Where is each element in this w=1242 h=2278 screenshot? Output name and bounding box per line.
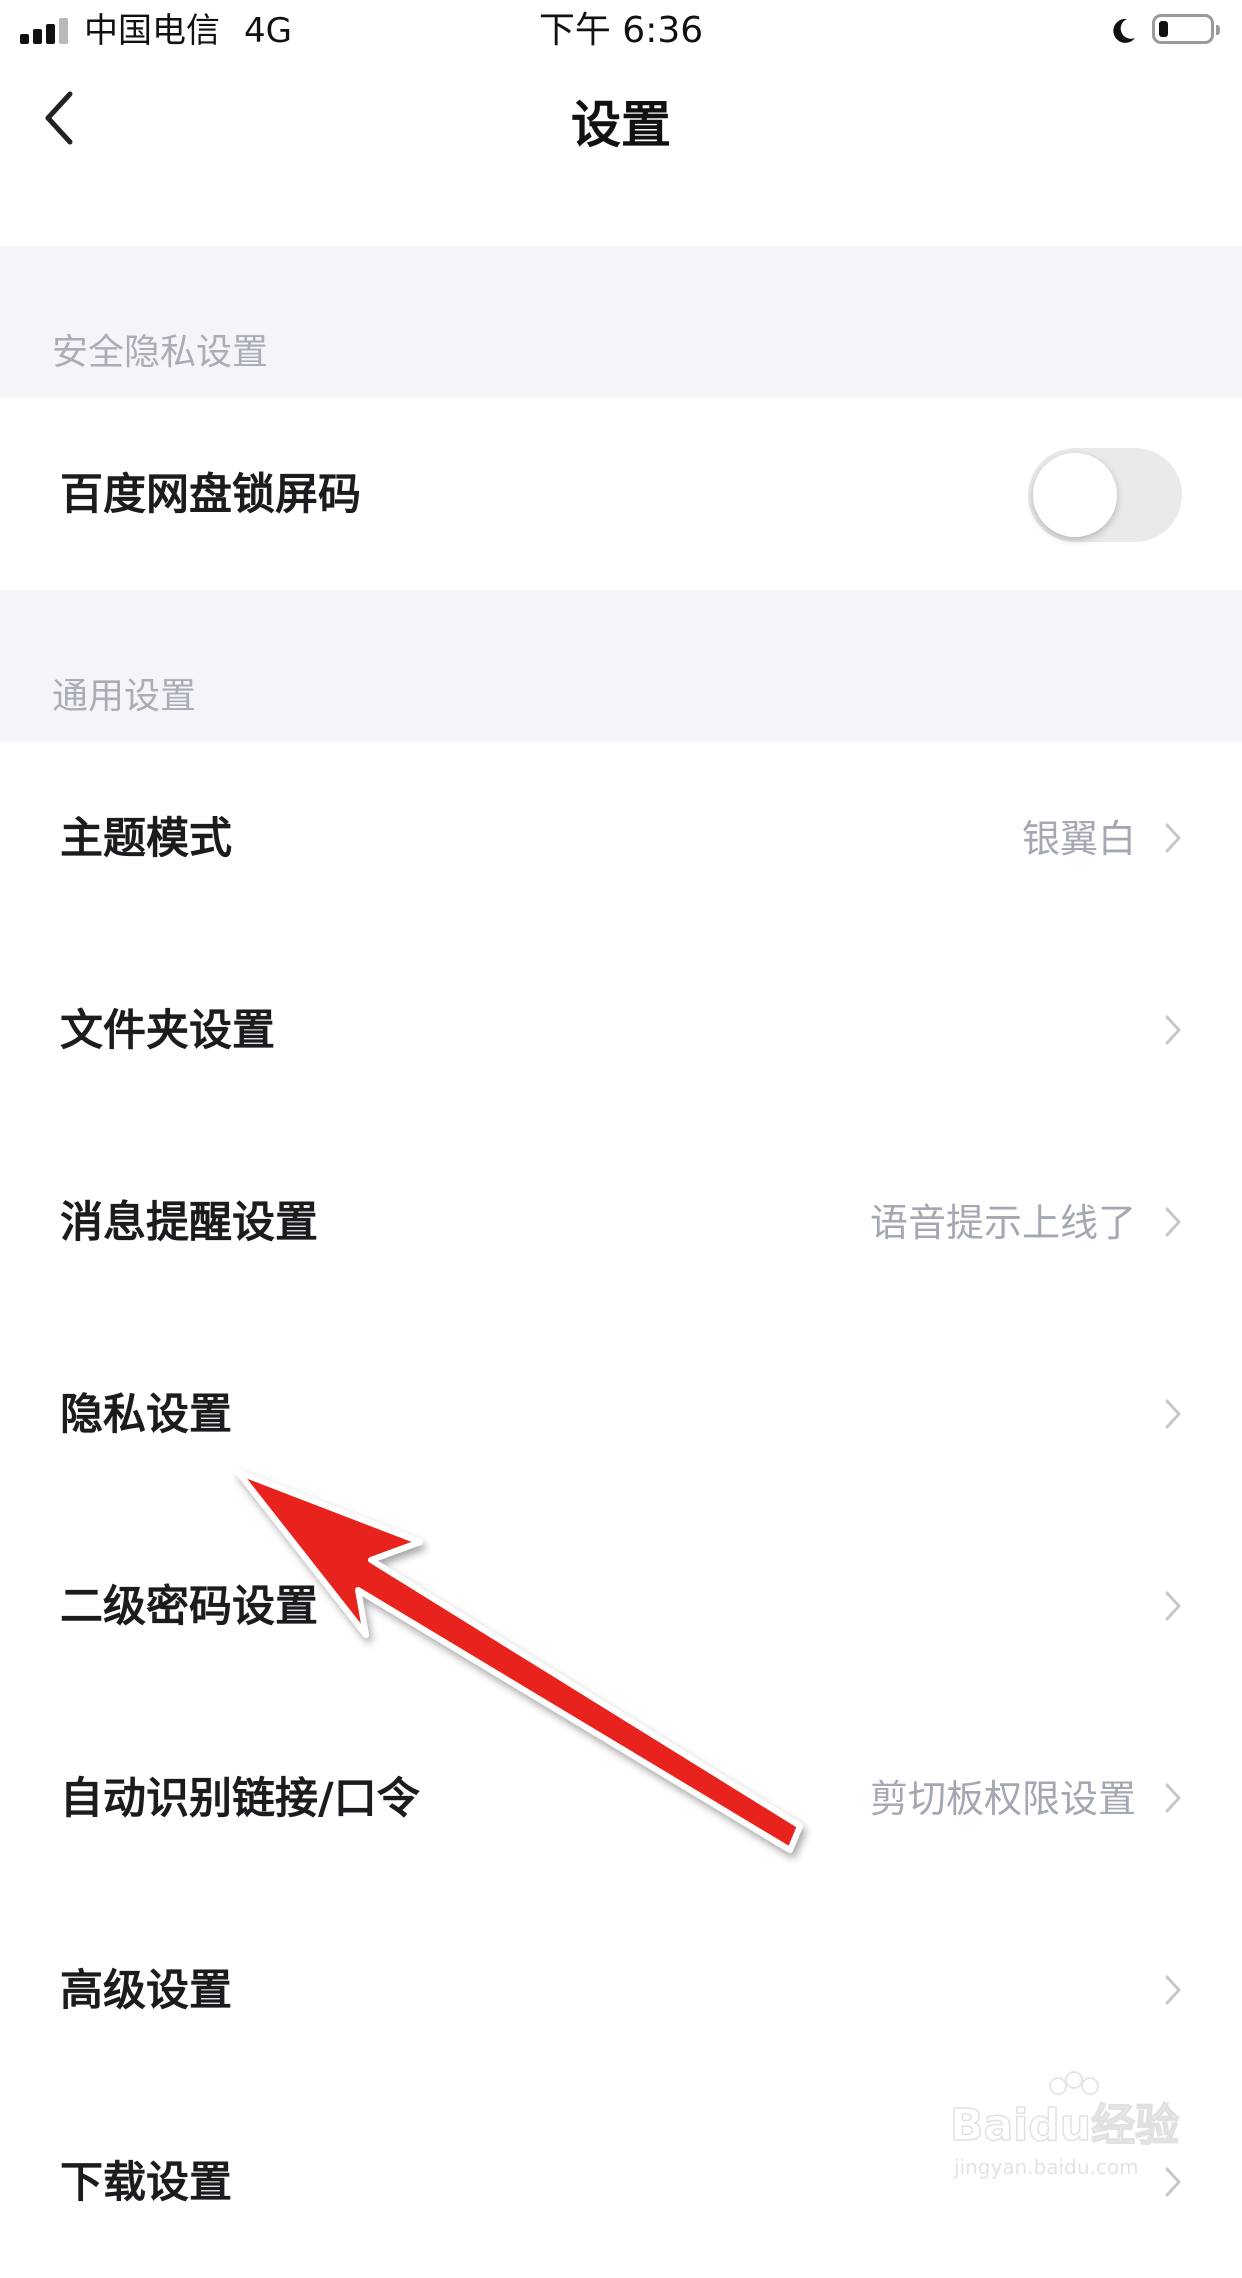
- nav-bar: 设置: [0, 62, 1242, 246]
- moon-icon: [1113, 18, 1135, 43]
- toggle-knob: [1033, 453, 1117, 537]
- row-label: 下载设置: [60, 2158, 232, 2208]
- settings-row-folder[interactable]: 文件夹设置: [0, 934, 1242, 1126]
- battery-icon: [1152, 14, 1220, 44]
- row-label: 高级设置: [60, 1966, 232, 2016]
- settings-row-secondary-password[interactable]: 二级密码设置: [0, 1510, 1242, 1702]
- settings-row-auto-link[interactable]: 自动识别链接/口令 剪切板权限设置: [0, 1702, 1242, 1894]
- row-value: 剪切板权限设置: [869, 1777, 1136, 1821]
- settings-row-advanced[interactable]: 高级设置: [0, 1894, 1242, 2086]
- row-label: 自动识别链接/口令: [60, 1774, 420, 1824]
- chevron-right-icon: [1165, 1783, 1181, 1813]
- chevron-right-icon: [1165, 1399, 1181, 1429]
- row-label: 文件夹设置: [60, 1006, 275, 1056]
- row-label: 二级密码设置: [60, 1582, 318, 1632]
- row-value: 银翼白: [1021, 817, 1136, 861]
- section-header-label: 安全隐私设置: [52, 332, 269, 373]
- page-title: 设置: [571, 96, 671, 154]
- row-label: 隐私设置: [60, 1390, 232, 1440]
- chevron-right-icon: [1165, 1207, 1181, 1237]
- row-label: 消息提醒设置: [60, 1198, 318, 1248]
- row-value: 语音提示上线了: [869, 1201, 1136, 1245]
- battery-level: [1159, 21, 1168, 37]
- settings-row-lock-screen[interactable]: 百度网盘锁屏码: [0, 398, 1242, 590]
- chevron-right-icon: [1165, 823, 1181, 853]
- settings-row-notifications[interactable]: 消息提醒设置 语音提示上线了: [0, 1126, 1242, 1318]
- chevron-right-icon: [1165, 1591, 1181, 1621]
- section-header-label: 通用设置: [52, 676, 197, 717]
- section-header-security-privacy: 安全隐私设置: [0, 246, 1242, 398]
- svg-text:jingyan.baidu.com: jingyan.baidu.com: [953, 2155, 1139, 2179]
- status-time: 下午 6:36: [538, 10, 704, 51]
- chevron-right-icon: [1165, 1015, 1181, 1045]
- row-label: 百度网盘锁屏码: [60, 470, 361, 520]
- settings-row-theme-mode[interactable]: 主题模式 银翼白: [0, 742, 1242, 934]
- section-header-general: 通用设置: [0, 590, 1242, 742]
- row-label: 主题模式: [60, 814, 232, 864]
- chevron-right-icon: [1165, 1975, 1181, 2005]
- baidu-jingyan-watermark: Baidu经验 jingyan.baidu.com: [950, 2071, 1180, 2179]
- status-bar: 中国电信 4G 下午 6:36: [0, 0, 1242, 62]
- settings-row-privacy[interactable]: 隐私设置: [0, 1318, 1242, 1510]
- svg-text:Baidu经验: Baidu经验: [950, 2100, 1179, 2151]
- lock-screen-toggle[interactable]: [1028, 448, 1182, 542]
